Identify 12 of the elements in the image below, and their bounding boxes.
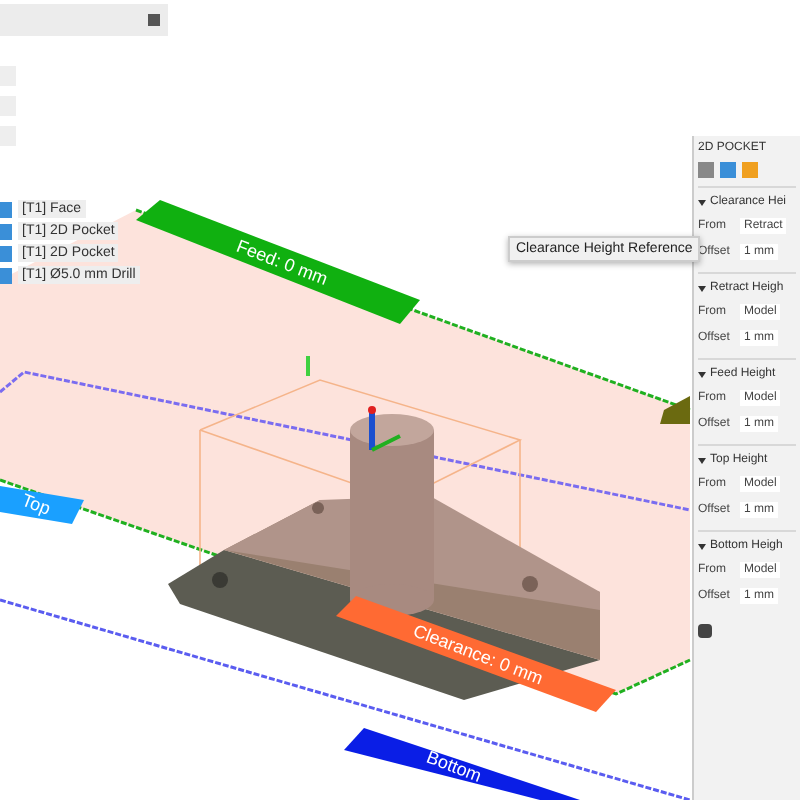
caret-icon[interactable] [698,199,706,205]
top-height-tag [0,486,84,524]
plane-corner-marker [660,396,690,424]
grid-icon [148,14,160,26]
height-label: Feed: 0 mm [233,235,331,289]
settings-icon[interactable] [698,624,712,638]
caret-icon[interactable] [698,457,706,463]
search-bar[interactable] [0,4,168,36]
caret-icon[interactable] [698,371,706,377]
caret-icon[interactable] [698,543,706,549]
caret-icon[interactable] [698,285,706,291]
height-label: Top [19,489,54,519]
